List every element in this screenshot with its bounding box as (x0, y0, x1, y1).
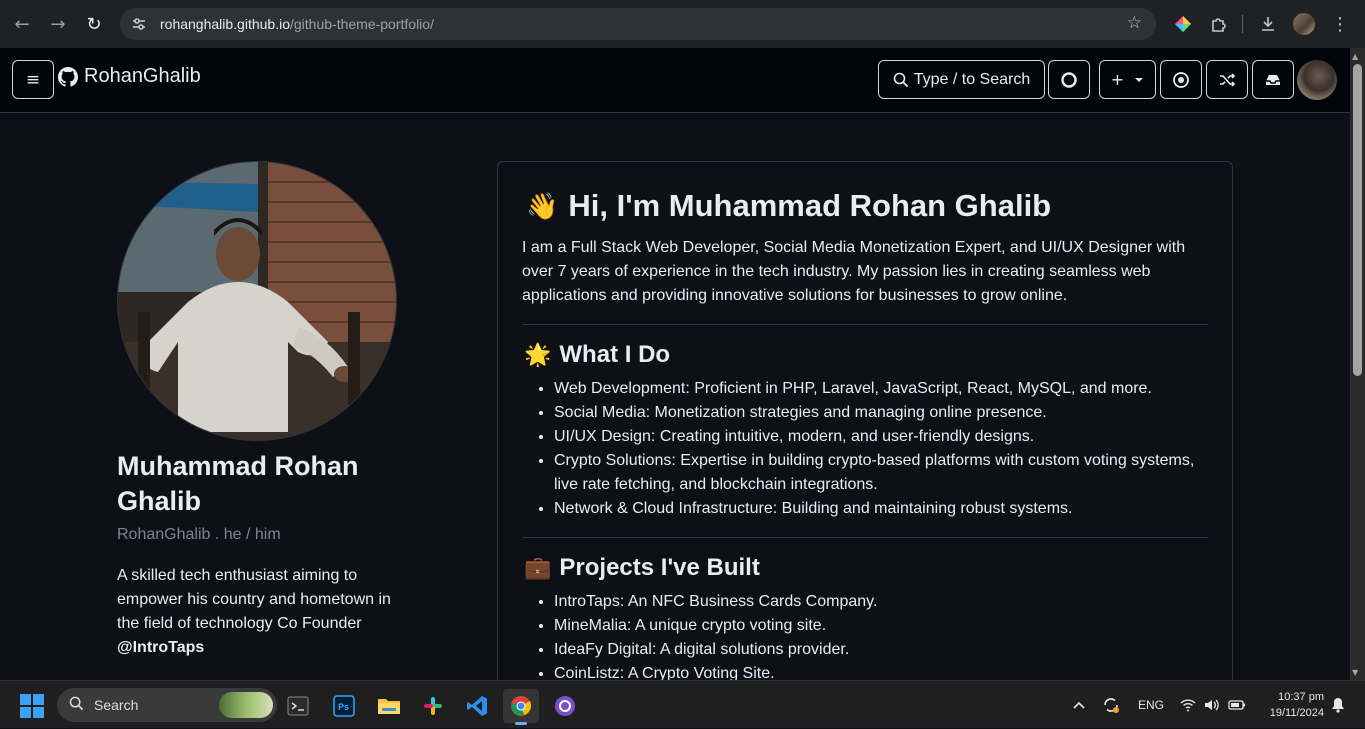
browser-menu-icon[interactable]: ⋮ (1325, 10, 1355, 38)
profile-avatar[interactable] (1289, 10, 1319, 38)
bio-text: A skilled tech enthusiast aiming to empo… (117, 567, 391, 632)
show-hidden-icons[interactable] (1072, 681, 1086, 729)
scroll-down-icon[interactable]: ▼ (1352, 668, 1358, 677)
profile-handle: RohanGhalib . he / him (117, 526, 281, 543)
url-path: /github-theme-portfolio/ (290, 16, 434, 32)
list-item: Crypto Solutions: Expertise in building … (554, 449, 1208, 497)
volume-icon (1205, 699, 1219, 711)
search-highlight-image (219, 692, 273, 718)
back-icon[interactable]: ← (8, 10, 36, 38)
url-text: rohanghalib.github.io/github-theme-portf… (160, 16, 434, 32)
browser-toolbar: ← → ↻ rohanghalib.github.io/github-theme… (0, 0, 1365, 48)
taskbar-clock[interactable]: 10:37 pm 19/11/2024 (1258, 689, 1324, 721)
user-avatar[interactable] (1297, 60, 1337, 100)
list-item: Social Media: Monetization strategies an… (554, 401, 1208, 425)
list-item: IntroTaps: An NFC Business Cards Company… (554, 590, 1208, 614)
site-info-icon[interactable] (124, 9, 154, 39)
brand-link[interactable]: RohanGhalib (58, 65, 201, 88)
bookmark-star-icon[interactable]: ☆ (1127, 13, 1142, 33)
list-item: UI/UX Design: Creating intuitive, modern… (554, 425, 1208, 449)
list-item: Network & Cloud Infrastructure: Building… (554, 497, 1208, 521)
readme-intro: I am a Full Stack Web Developer, Social … (522, 239, 1186, 304)
scroll-up-icon[interactable]: ▲ (1352, 52, 1358, 61)
issues-button[interactable] (1160, 60, 1202, 99)
language-label: ENG (1138, 698, 1165, 712)
site-header: ≡ RohanGhalib Type / to Search + (0, 48, 1350, 113)
glowing-star-icon: 🌟 (524, 342, 552, 367)
browser-actions: ⋮ (1168, 10, 1361, 38)
briefcase-icon: 💼 (524, 555, 552, 580)
address-bar[interactable]: rohanghalib.github.io/github-theme-portf… (120, 8, 1156, 40)
copilot-ring-icon (1061, 71, 1077, 88)
color-extension-icon[interactable] (1168, 10, 1198, 38)
slack-app-icon[interactable] (415, 689, 451, 723)
windows-taskbar: Search Ps ENG 10:37 pm 19/11/2024 (0, 680, 1365, 728)
scrollbar-thumb[interactable] (1353, 64, 1362, 376)
search-label: Type / to Search (913, 70, 1031, 88)
list-item: CoinListz: A Crypto Voting Site. (554, 662, 1208, 680)
what-i-do-heading-text: What I Do (559, 341, 671, 368)
file-explorer-icon[interactable] (371, 689, 407, 723)
profile-photo (117, 161, 397, 441)
section-divider (522, 537, 1208, 538)
profile-bio: A skilled tech enthusiast aiming to empo… (117, 564, 392, 660)
projects-heading: 💼 Projects I've Built (524, 552, 1208, 584)
profile-page: Muhammad Rohan Ghalib RohanGhalib . he /… (0, 113, 1350, 680)
reload-icon[interactable]: ↻ (80, 10, 108, 38)
waving-hand-icon: 👋 (526, 191, 559, 221)
download-icon[interactable] (1253, 10, 1283, 38)
search-button[interactable]: Type / to Search (878, 60, 1045, 99)
what-i-do-heading: 🌟 What I Do (524, 339, 1208, 371)
profile-fullname: Muhammad Rohan Ghalib (117, 451, 359, 516)
readme-heading-text: Hi, I'm Muhammad Rohan Ghalib (568, 188, 1052, 223)
chrome-app-icon[interactable] (503, 689, 539, 725)
battery-icon (1228, 700, 1245, 710)
github-logo-icon (58, 66, 78, 87)
hamburger-icon: ≡ (25, 69, 41, 90)
readme-card: 👋 Hi, I'm Muhammad Rohan Ghalib I am a F… (497, 161, 1233, 680)
clock-date: 19/11/2024 (1269, 707, 1324, 719)
what-i-do-list: Web Development: Proficient in PHP, Lara… (522, 377, 1208, 521)
search-icon (69, 696, 84, 715)
github-desktop-icon[interactable] (547, 689, 583, 723)
terminal-app-icon[interactable] (280, 689, 316, 723)
plus-icon: + (1110, 70, 1125, 89)
caret-down-icon (1135, 77, 1144, 82)
brand-name: RohanGhalib (84, 65, 201, 87)
windows-start-icon[interactable] (20, 694, 44, 718)
forward-icon[interactable]: → (44, 10, 72, 38)
readme-heading: 👋 Hi, I'm Muhammad Rohan Ghalib (526, 186, 1208, 226)
menu-button[interactable]: ≡ (12, 60, 54, 99)
company-link[interactable]: @IntroTaps (117, 639, 204, 656)
list-item: MineMalia: A unique crypto voting site. (554, 614, 1208, 638)
svg-text:Ps: Ps (338, 702, 349, 712)
inbox-button[interactable] (1252, 60, 1294, 99)
issue-circle-icon (1173, 71, 1189, 88)
section-divider (522, 324, 1208, 325)
photoshop-app-icon[interactable]: Ps (326, 689, 362, 723)
toolbar-divider (1242, 15, 1243, 33)
extensions-puzzle-icon[interactable] (1204, 10, 1234, 38)
sync-icon[interactable] (1102, 681, 1120, 729)
list-item: IdeaFy Digital: A digital solutions prov… (554, 638, 1208, 662)
projects-heading-text: Projects I've Built (559, 554, 760, 581)
taskbar-search-label: Search (94, 697, 139, 713)
search-icon (893, 72, 908, 87)
shuffle-icon (1220, 72, 1236, 87)
wifi-icon (1180, 699, 1196, 712)
create-new-button[interactable]: + (1099, 60, 1156, 99)
copilot-button[interactable] (1048, 60, 1090, 99)
notification-bell-icon[interactable] (1331, 681, 1345, 729)
quick-settings[interactable] (1180, 681, 1246, 729)
clock-time: 10:37 pm (1278, 691, 1324, 703)
vscode-app-icon[interactable] (459, 689, 495, 723)
language-indicator[interactable]: ENG (1138, 681, 1164, 729)
projects-list: IntroTaps: An NFC Business Cards Company… (522, 590, 1208, 680)
shuffle-button[interactable] (1206, 60, 1248, 99)
taskbar-search[interactable]: Search (57, 688, 277, 722)
list-item: Web Development: Proficient in PHP, Lara… (554, 377, 1208, 401)
url-host: rohanghalib.github.io (160, 16, 290, 32)
inbox-icon (1266, 74, 1280, 85)
